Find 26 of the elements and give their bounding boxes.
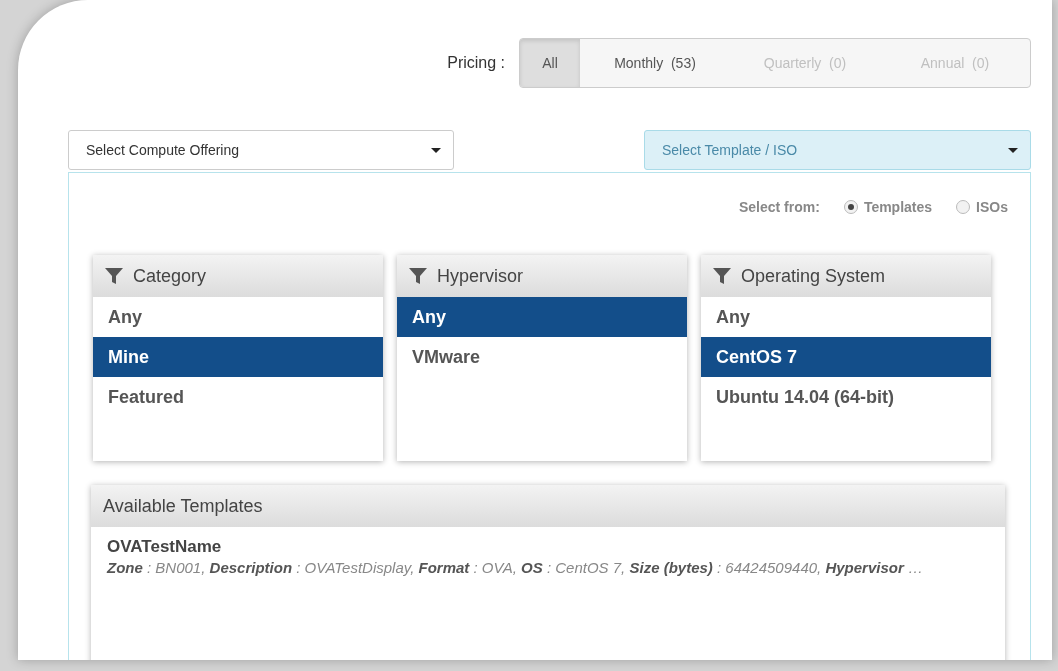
filter-option[interactable]: Any: [701, 297, 991, 337]
filter-option[interactable]: VMware: [397, 337, 687, 377]
filter-option[interactable]: Any: [93, 297, 383, 337]
filter-title: Category: [133, 265, 207, 287]
radio-option[interactable]: Templates: [843, 199, 933, 215]
filter-title: Operating System: [741, 265, 886, 287]
compute-offering-select[interactable]: Select Compute Offering: [68, 130, 454, 170]
pricing-option[interactable]: All: [520, 39, 580, 87]
filter-option[interactable]: CentOS 7: [701, 337, 991, 377]
filter-icon: [105, 268, 123, 284]
filter-icon: [713, 268, 731, 284]
pricing-option[interactable]: Monthly (53): [580, 39, 730, 87]
templates-title: Available Templates: [103, 495, 263, 517]
template-name: OVATestName: [107, 537, 223, 557]
pricing-label: Pricing :: [447, 54, 505, 72]
caret-icon: [1008, 147, 1018, 153]
filter-option[interactable]: Mine: [93, 337, 383, 377]
filter-option[interactable]: Any: [397, 297, 687, 337]
filter-title: Hypervisor: [437, 265, 524, 287]
template-details: Zone : BN001, Description : OVATestDisplay, Format : OVA, OS : CentOS 7, Size (bytes) : 64424509440, Hypervisor …: [107, 559, 924, 576]
filter-option[interactable]: Featured: [93, 377, 383, 417]
select-from-label: Select from:: [738, 199, 820, 215]
filter-icon: [409, 268, 427, 284]
radio-option[interactable]: ISOs: [956, 199, 1008, 215]
caret-icon: [431, 147, 441, 153]
filter-option[interactable]: Ubuntu 14.04 (64-bit): [701, 377, 991, 417]
